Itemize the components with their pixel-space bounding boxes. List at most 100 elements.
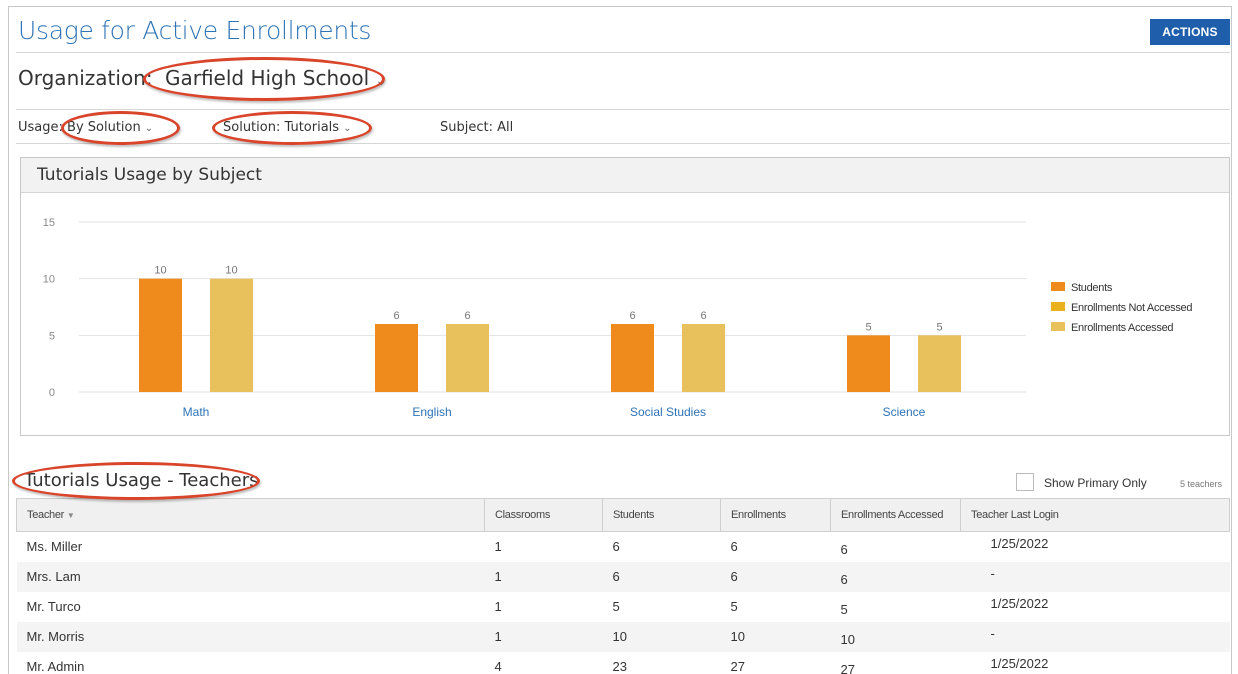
teachers-section-title: Tutorials Usage - Teachers <box>24 470 259 491</box>
last-login-cell: 1/25/2022 <box>990 536 1049 551</box>
usage-label: Usage: <box>18 120 63 135</box>
table-row[interactable]: Mr. Admin 4 23 27 27 1/25/2022 <box>17 652 1230 674</box>
classrooms-cell: 1 <box>484 621 603 652</box>
x-tick-label: English <box>412 405 451 419</box>
students-cell: 6 <box>602 561 721 592</box>
enrollments-accessed-cell: 27 <box>840 662 855 674</box>
bar <box>139 278 182 392</box>
teacher-cell: Mr. Morris <box>16 621 485 652</box>
bar <box>611 324 654 392</box>
chart-panel: Tutorials Usage by Subject 0 5 10 15 10 10 Mat… <box>20 157 1230 436</box>
divider <box>16 143 1230 144</box>
legend-label: Enrollments Not Accessed <box>1071 302 1192 314</box>
subject-filter[interactable]: Subject: All <box>440 120 513 135</box>
data-label: 5 <box>865 321 871 333</box>
students-cell: 6 <box>612 539 620 555</box>
column-header-enrollments[interactable]: Enrollments <box>720 498 831 532</box>
actions-button[interactable]: ACTIONS <box>1150 19 1230 45</box>
classrooms-cell: 1 <box>494 599 502 614</box>
data-label: 5 <box>936 321 942 333</box>
enrollments-accessed-cell: 10 <box>830 621 961 652</box>
teacher-cell: Mrs. Lam <box>16 561 485 592</box>
classrooms-cell: 1 <box>494 539 502 555</box>
x-tick-label: Social Studies <box>630 405 706 419</box>
last-login-cell: 1/25/2022 <box>990 655 1049 671</box>
students-cell: 10 <box>602 621 721 652</box>
legend-swatch <box>1051 322 1065 331</box>
legend-label: Enrollments Accessed <box>1071 322 1173 334</box>
enrollments-accessed-cell: 6 <box>840 542 848 558</box>
last-login-cell: - <box>960 621 1230 652</box>
column-header-last-login[interactable]: Teacher Last Login <box>960 498 1230 532</box>
enrollments-cell: 6 <box>730 539 738 555</box>
classrooms-cell: 4 <box>494 659 502 674</box>
solution-filter[interactable]: Solution: Tutorials ⌄ <box>223 120 351 135</box>
data-label: 10 <box>154 265 166 277</box>
teacher-cell: Mr. Turco <box>26 599 81 614</box>
organization-value[interactable]: Garfield High School <box>165 66 369 90</box>
students-cell: 23 <box>612 659 627 674</box>
chevron-down-icon[interactable]: ⌄ <box>343 123 351 134</box>
sort-down-icon[interactable]: ▼ <box>67 511 75 520</box>
enrollments-cell: 27 <box>730 659 745 674</box>
bar <box>375 324 418 392</box>
organization-label: Organization: <box>18 66 153 90</box>
show-primary-label: Show Primary Only <box>1044 476 1147 490</box>
last-login-cell: 1/25/2022 <box>990 595 1049 611</box>
enrollments-cell: 10 <box>720 621 831 652</box>
enrollments-accessed-cell: 6 <box>830 561 961 592</box>
organization-selector[interactable]: Organization: Garfield High School ⌄ <box>18 66 387 90</box>
table-row[interactable]: Mrs. Lam 1 6 6 6- <box>16 561 1230 592</box>
usage-filter[interactable]: Usage: By Solution ⌄ <box>18 120 153 135</box>
chart-title: Tutorials Usage by Subject <box>21 158 1229 193</box>
subject-label: Subject: <box>440 120 493 135</box>
teacher-cell: Mr. Admin <box>26 659 85 674</box>
data-label: 6 <box>629 310 635 322</box>
legend-swatch <box>1051 282 1065 291</box>
y-tick-label: 10 <box>43 274 55 286</box>
last-login-cell: - <box>960 561 1230 592</box>
solution-label: Solution: <box>223 120 281 135</box>
subject-value[interactable]: All <box>497 120 513 135</box>
solution-value[interactable]: Tutorials <box>284 120 339 135</box>
enrollments-accessed-cell: 5 <box>840 602 848 617</box>
column-header-enrollments-accessed[interactable]: Enrollments Accessed <box>830 498 961 532</box>
x-tick-label: Math <box>183 405 210 419</box>
data-label: 6 <box>464 310 470 322</box>
legend-swatch <box>1051 302 1065 311</box>
usage-value[interactable]: By Solution <box>67 120 141 135</box>
classrooms-cell: 1 <box>484 561 603 592</box>
column-header-students[interactable]: Students <box>602 498 721 532</box>
bar <box>682 324 725 392</box>
table-row[interactable]: Mr. Morris 1 10 10 10- <box>16 621 1230 652</box>
bar <box>918 335 961 392</box>
enrollments-cell: 6 <box>720 561 831 592</box>
y-tick-label: 15 <box>43 217 55 229</box>
data-label: 6 <box>393 310 399 322</box>
show-primary-checkbox[interactable] <box>1016 473 1034 491</box>
table-row[interactable]: Ms. Miller 1 6 6 6 1/25/2022 <box>17 532 1230 562</box>
bar <box>446 324 489 392</box>
legend-label: Students <box>1071 282 1113 294</box>
data-label: 6 <box>700 310 706 322</box>
data-label: 10 <box>225 265 237 277</box>
teachers-table: Teacher ▼ Classrooms Students Enrollment… <box>16 498 1230 674</box>
page-title: Usage for Active Enrollments <box>18 16 372 45</box>
enrollments-cell: 5 <box>730 599 738 614</box>
y-tick-label: 0 <box>49 387 55 399</box>
bar <box>210 278 253 392</box>
bar-chart: 0 5 10 15 10 10 Math 6 6 English 6 6 Social Studies 5… <box>43 217 1193 419</box>
teacher-cell: Ms. Miller <box>26 539 83 555</box>
divider <box>16 52 1230 53</box>
teacher-count: 5 teachers <box>1180 479 1223 489</box>
students-cell: 5 <box>612 599 620 614</box>
chevron-down-icon[interactable]: ⌄ <box>375 73 387 89</box>
bar <box>847 335 890 392</box>
x-tick-label: Science <box>883 405 926 419</box>
divider <box>16 109 1230 110</box>
table-row[interactable]: Mr. Turco 1 5 5 5 1/25/2022 <box>17 592 1230 622</box>
column-header-classrooms[interactable]: Classrooms <box>484 498 603 532</box>
y-tick-label: 5 <box>49 330 55 342</box>
column-header-teacher[interactable]: Teacher ▼ <box>16 498 485 532</box>
chevron-down-icon[interactable]: ⌄ <box>145 123 153 134</box>
